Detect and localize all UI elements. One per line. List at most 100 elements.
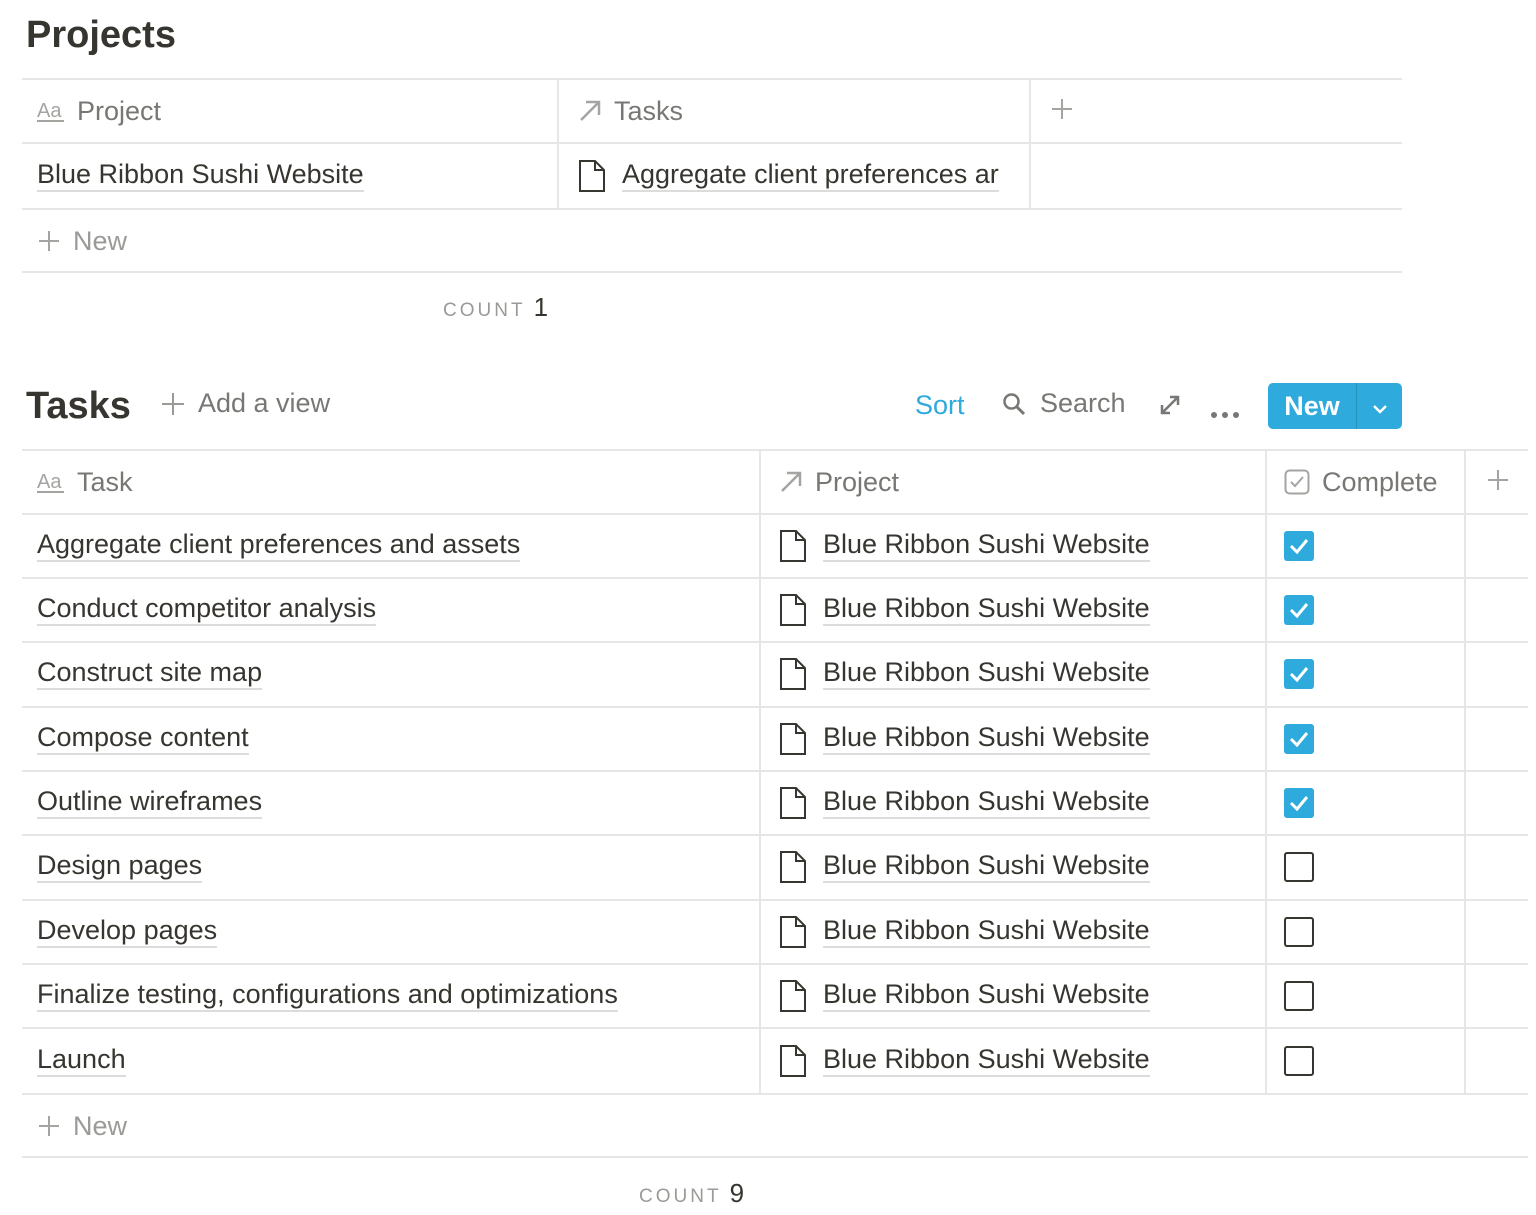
task-name[interactable]: Finalize testing, configurations and opt… — [37, 980, 618, 1012]
search-button[interactable]: Search — [1002, 390, 1126, 417]
new-row-button[interactable]: New — [37, 1095, 127, 1157]
related-task-link[interactable]: Aggregate client preferences ar — [622, 160, 999, 192]
task-name[interactable]: Design pages — [37, 851, 203, 883]
column-header-label: Task — [77, 466, 133, 497]
related-project-link[interactable]: Blue Ribbon Sushi Website — [823, 787, 1150, 819]
divider — [22, 1156, 1528, 1158]
page-icon — [779, 722, 807, 756]
complete-checkbox-checked[interactable] — [1284, 659, 1314, 689]
count-value: 9 — [729, 1178, 745, 1208]
checkmark-icon — [1284, 659, 1314, 689]
new-record-button[interactable]: New — [1268, 383, 1402, 429]
complete-checkbox[interactable] — [1284, 981, 1314, 1011]
task-cell[interactable]: Develop pages — [37, 901, 752, 963]
related-project-link[interactable]: Blue Ribbon Sushi Website — [823, 1045, 1150, 1077]
related-project-link[interactable]: Blue Ribbon Sushi Website — [823, 723, 1150, 755]
column-header-complete[interactable]: Complete — [1284, 451, 1438, 513]
page-icon — [578, 159, 606, 193]
add-view-button[interactable]: Add a view — [160, 390, 330, 417]
more-options-button[interactable] — [1210, 398, 1240, 425]
related-project-link[interactable]: Blue Ribbon Sushi Website — [823, 658, 1150, 690]
plus-icon — [160, 391, 186, 417]
page-icon — [779, 915, 807, 949]
sort-button[interactable]: Sort — [915, 392, 965, 419]
task-cell[interactable]: Design pages — [37, 836, 752, 898]
new-button-label: New — [1284, 390, 1340, 421]
divider — [759, 449, 761, 1094]
new-row-label: New — [73, 1110, 128, 1141]
divider — [22, 1093, 1528, 1095]
task-name[interactable]: Compose content — [37, 723, 249, 755]
related-project-link[interactable]: Blue Ribbon Sushi Website — [823, 980, 1150, 1012]
task-cell[interactable]: Construct site map — [37, 643, 752, 705]
count-label: COUNT — [443, 300, 526, 321]
relation-cell[interactable]: Blue Ribbon Sushi Website — [779, 836, 1259, 898]
relation-cell[interactable]: Aggregate client preferences ar — [578, 144, 1030, 208]
relation-cell[interactable]: Blue Ribbon Sushi Website — [779, 708, 1259, 770]
column-header-label: Project — [815, 466, 900, 497]
task-name[interactable]: Aggregate client preferences and assets — [37, 530, 521, 562]
relation-cell[interactable]: Blue Ribbon Sushi Website — [779, 772, 1259, 834]
related-project-link[interactable]: Blue Ribbon Sushi Website — [823, 851, 1150, 883]
add-property-button[interactable] — [1486, 451, 1510, 513]
task-name[interactable]: Launch — [37, 1045, 126, 1077]
complete-checkbox[interactable] — [1284, 852, 1314, 882]
task-name[interactable]: Develop pages — [37, 916, 218, 948]
relation-cell[interactable]: Blue Ribbon Sushi Website — [779, 1029, 1259, 1093]
relation-cell[interactable]: Blue Ribbon Sushi Website — [779, 965, 1259, 1027]
task-cell[interactable]: Launch — [37, 1029, 752, 1093]
column-header-label: Project — [77, 95, 162, 126]
complete-checkbox-checked[interactable] — [1284, 724, 1314, 754]
task-name[interactable]: Conduct competitor analysis — [37, 594, 377, 626]
complete-checkbox-checked[interactable] — [1284, 788, 1314, 818]
relation-cell[interactable]: Blue Ribbon Sushi Website — [779, 643, 1259, 705]
new-dropdown-toggle[interactable] — [1357, 391, 1402, 422]
relation-cell[interactable]: Blue Ribbon Sushi Website — [779, 579, 1259, 641]
svg-text:Aa: Aa — [37, 100, 62, 122]
plus-icon — [37, 1114, 61, 1138]
open-full-page-button[interactable] — [1158, 393, 1182, 422]
task-cell[interactable]: Finalize testing, configurations and opt… — [37, 965, 752, 1027]
task-cell[interactable]: Compose content — [37, 708, 752, 770]
task-cell[interactable]: Aggregate client preferences and assets — [37, 515, 752, 577]
related-project-link[interactable]: Blue Ribbon Sushi Website — [823, 916, 1150, 948]
count-summary[interactable]: COUNT 1 — [443, 294, 548, 320]
task-cell[interactable]: Conduct competitor analysis — [37, 579, 752, 641]
complete-checkbox-checked[interactable] — [1284, 595, 1314, 625]
complete-checkbox[interactable] — [1284, 917, 1314, 947]
page-icon — [779, 1044, 807, 1078]
title-aa-icon: Aa — [37, 99, 65, 123]
page-icon — [779, 979, 807, 1013]
project-name[interactable]: Blue Ribbon Sushi Website — [37, 160, 364, 192]
new-row-label: New — [73, 225, 128, 256]
related-project-link[interactable]: Blue Ribbon Sushi Website — [823, 594, 1150, 626]
new-row-button[interactable]: New — [37, 210, 127, 272]
page-icon — [779, 850, 807, 884]
plus-icon — [37, 229, 61, 253]
add-property-button[interactable] — [1050, 80, 1074, 142]
task-name[interactable]: Outline wireframes — [37, 787, 263, 819]
column-header-task[interactable]: Aa Task — [37, 451, 133, 513]
plus-icon — [1050, 97, 1074, 126]
column-header-label: Tasks — [614, 95, 684, 126]
search-label: Search — [1040, 388, 1126, 418]
related-project-link[interactable]: Blue Ribbon Sushi Website — [823, 530, 1150, 562]
checkmark-icon — [1284, 595, 1314, 625]
divider — [22, 208, 1402, 210]
column-header-tasks[interactable]: Tasks — [578, 80, 683, 142]
svg-text:Aa: Aa — [37, 471, 62, 493]
ellipsis-icon — [1210, 398, 1240, 425]
count-summary[interactable]: COUNT 9 — [639, 1180, 744, 1206]
divider — [1464, 449, 1466, 1094]
complete-checkbox-checked[interactable] — [1284, 531, 1314, 561]
task-cell[interactable]: Outline wireframes — [37, 772, 752, 834]
relation-cell[interactable]: Blue Ribbon Sushi Website — [779, 901, 1259, 963]
relation-arrow-icon — [779, 470, 803, 494]
task-name[interactable]: Construct site map — [37, 658, 263, 690]
column-header-project[interactable]: Aa Project — [37, 80, 161, 142]
complete-checkbox[interactable] — [1284, 1046, 1314, 1076]
table-row[interactable]: Blue Ribbon Sushi Website — [37, 144, 547, 208]
relation-cell[interactable]: Blue Ribbon Sushi Website — [779, 515, 1259, 577]
divider — [557, 78, 559, 210]
column-header-project[interactable]: Project — [779, 451, 899, 513]
